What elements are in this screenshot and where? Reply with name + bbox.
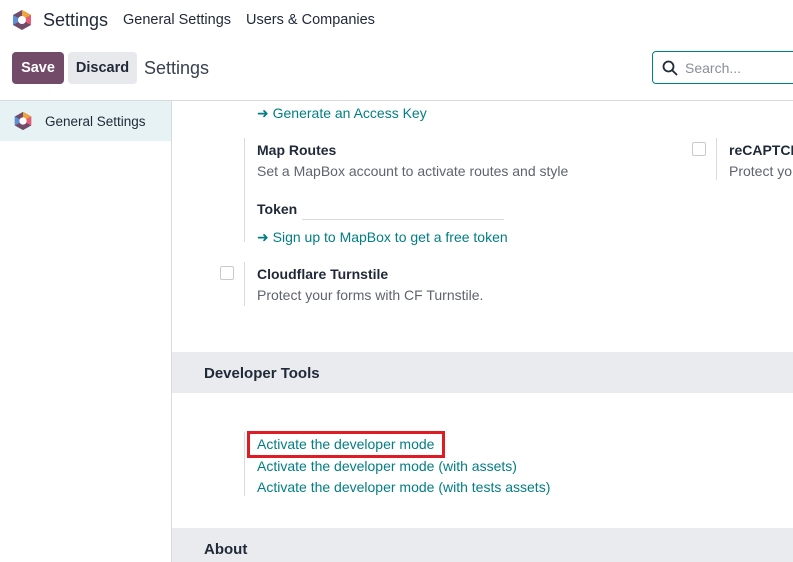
settings-main: ➜ Generate an Access Key Map Routes Set … — [172, 101, 793, 562]
mapbox-signup-label: Sign up to MapBox to get a free token — [272, 229, 508, 245]
discard-button[interactable]: Discard — [68, 52, 137, 84]
mapbox-signup-link[interactable]: ➜ Sign up to MapBox to get a free token — [257, 229, 508, 246]
token-input[interactable] — [302, 219, 504, 220]
sidebar-item-general-settings[interactable]: General Settings — [0, 101, 171, 141]
token-label: Token — [257, 201, 298, 217]
recaptcha-checkbox[interactable] — [692, 142, 706, 156]
settings-sidebar: General Settings — [0, 101, 172, 562]
developer-tools-header: Developer Tools — [172, 352, 793, 393]
recaptcha-description: Protect yo — [729, 163, 793, 179]
recaptcha-title: reCAPTCH — [729, 142, 793, 158]
setting-divider — [716, 138, 717, 180]
arrow-right-icon: ➜ — [257, 105, 269, 121]
cloudflare-turnstile-title: Cloudflare Turnstile — [257, 266, 389, 282]
highlight-box — [247, 431, 445, 458]
map-routes-title: Map Routes — [257, 142, 337, 158]
arrow-right-icon: ➜ — [257, 229, 269, 245]
settings-app-icon — [14, 111, 32, 131]
activate-developer-mode-tests-assets-link[interactable]: Activate the developer mode (with tests … — [257, 479, 550, 495]
section-title: Developer Tools — [204, 365, 320, 382]
setting-divider — [244, 432, 245, 496]
setting-divider — [244, 138, 245, 242]
setting-divider — [244, 262, 245, 306]
generate-access-key-link[interactable]: ➜ Generate an Access Key — [257, 105, 427, 122]
top-navbar: Settings General Settings Users & Compan… — [0, 0, 793, 41]
page-title: Settings — [144, 58, 210, 78]
sidebar-item-label: General Settings — [45, 114, 146, 129]
settings-app-icon[interactable] — [11, 9, 33, 31]
generate-access-key-label: Generate an Access Key — [272, 105, 427, 121]
section-title: About — [204, 541, 248, 558]
search-icon — [662, 60, 678, 76]
activate-developer-mode-assets-link[interactable]: Activate the developer mode (with assets… — [257, 458, 517, 474]
search-input[interactable] — [685, 58, 793, 78]
about-header: About — [172, 528, 793, 562]
app-title[interactable]: Settings — [43, 10, 108, 31]
nav-users-companies[interactable]: Users & Companies — [246, 12, 375, 28]
search-box[interactable] — [652, 51, 793, 84]
save-button[interactable]: Save — [12, 52, 64, 84]
nav-general-settings[interactable]: General Settings — [123, 12, 231, 28]
map-routes-description: Set a MapBox account to activate routes … — [257, 163, 569, 179]
cloudflare-turnstile-description: Protect your forms with CF Turnstile. — [257, 287, 484, 303]
control-panel: Save Discard Settings — [0, 41, 793, 101]
cloudflare-turnstile-checkbox[interactable] — [220, 266, 234, 280]
